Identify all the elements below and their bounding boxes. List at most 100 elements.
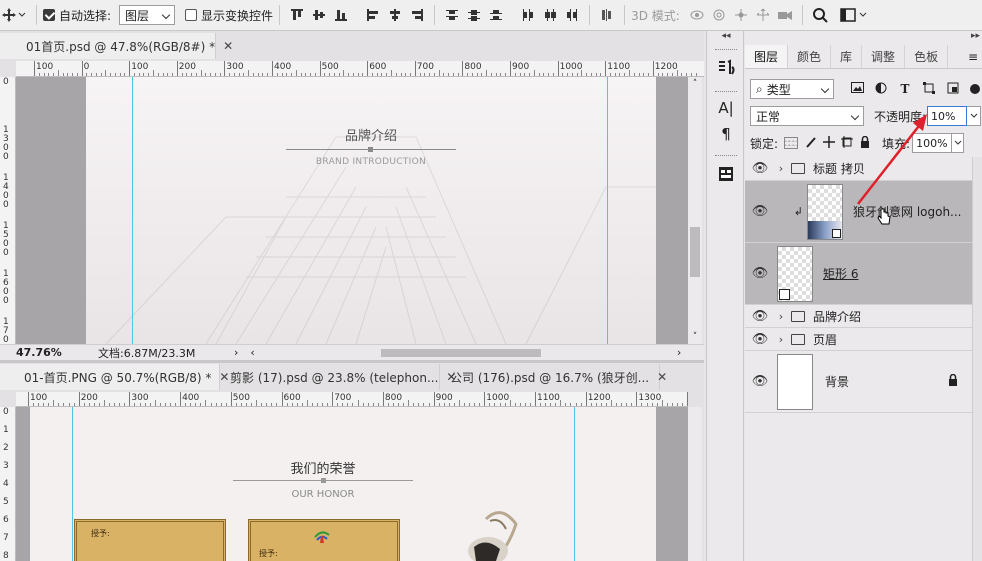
scroll-thumb[interactable]: [380, 348, 541, 357]
align-vcenter-icon[interactable]: [308, 4, 330, 26]
chevron-down-icon[interactable]: [952, 133, 965, 153]
ruler-minor-tick: [210, 403, 212, 406]
visibility-eye-icon[interactable]: 👁: [745, 204, 775, 219]
move-tool-preset[interactable]: [0, 8, 30, 22]
layer-row[interactable]: 👁 ↲ 狼牙创意网 logoh...: [745, 181, 972, 243]
distribute-bottom-icon[interactable]: [485, 4, 507, 26]
chevron-right-icon[interactable]: ›: [775, 310, 787, 323]
panel-menu-icon[interactable]: ≡: [968, 45, 982, 68]
chevron-right-icon[interactable]: ›: [234, 346, 238, 359]
distribute-left-icon[interactable]: [517, 4, 539, 26]
lock-move-icon[interactable]: [822, 135, 836, 151]
properties-icon[interactable]: [715, 163, 737, 185]
collapse-arrows-icon[interactable]: ◂◂: [707, 31, 745, 43]
ruler-minor-tick: [104, 400, 106, 406]
tab-document-company[interactable]: 公司 (176).psd @ 16.7% (狼牙创... ✕: [440, 364, 667, 390]
chevron-right-icon[interactable]: ›: [775, 162, 787, 175]
guide-line[interactable]: [132, 77, 133, 344]
zoom-level[interactable]: 47.76%: [0, 346, 62, 359]
distribute-right-icon[interactable]: [561, 4, 583, 26]
layer-row[interactable]: 👁 矩形 6: [745, 243, 972, 305]
chevron-down-icon[interactable]: [859, 11, 867, 19]
align-top-icon[interactable]: [286, 4, 308, 26]
tab-libraries[interactable]: 库: [831, 45, 863, 68]
scroll-down-icon[interactable]: ˅: [688, 332, 702, 342]
filter-pixel-icon[interactable]: [848, 82, 866, 96]
layer-row[interactable]: 👁 › 页眉: [745, 328, 972, 351]
checkbox-unchecked[interactable]: [185, 9, 198, 21]
3d-slide-icon[interactable]: [752, 4, 774, 26]
guide-line[interactable]: [574, 407, 575, 561]
horizontal-scrollbar[interactable]: [261, 348, 671, 358]
canvas-area[interactable]: 我们的荣誉 OUR HONOR 授予: 授予:: [16, 407, 688, 561]
visibility-eye-icon[interactable]: 👁: [745, 309, 775, 324]
opacity-input[interactable]: 10%: [927, 106, 968, 126]
visibility-eye-icon[interactable]: 👁: [745, 374, 775, 389]
filter-adjustment-icon[interactable]: [872, 82, 890, 97]
align-right-icon[interactable]: [406, 4, 428, 26]
tab-document-01[interactable]: 01首页.psd @ 47.8%(RGB/8#) * ✕: [0, 33, 233, 59]
visibility-eye-icon[interactable]: 👁: [745, 161, 775, 176]
close-icon[interactable]: ✕: [223, 39, 233, 53]
tab-document-png[interactable]: 01-首页.PNG @ 50.7%(RGB/8) * ✕: [0, 364, 229, 390]
tab-color[interactable]: 颜色: [788, 45, 832, 68]
tab-swatches[interactable]: 色板: [905, 45, 949, 68]
layers-scrollbar[interactable]: [972, 157, 982, 561]
canvas-area[interactable]: 品牌介绍 BRAND INTRODUCTION: [16, 77, 688, 344]
distribute-vcenter-icon[interactable]: [463, 4, 485, 26]
filter-smart-object-icon[interactable]: [944, 82, 962, 97]
auto-select-target-dropdown[interactable]: 图层: [119, 5, 176, 25]
3d-camera-icon[interactable]: [774, 4, 796, 26]
scroll-thumb[interactable]: [690, 227, 700, 277]
align-left-icon[interactable]: [362, 4, 384, 26]
guide-line[interactable]: [72, 407, 73, 561]
tab-layers[interactable]: 图层: [745, 45, 789, 68]
lock-transparent-icon[interactable]: [784, 137, 799, 149]
ruler-minor-tick: [105, 70, 107, 76]
visibility-eye-icon[interactable]: 👁: [745, 266, 775, 281]
distribute-top-icon[interactable]: [441, 4, 463, 26]
3d-roll-icon[interactable]: [708, 4, 730, 26]
filter-toggle-icon[interactable]: [970, 84, 980, 94]
filter-type-icon[interactable]: T: [896, 82, 914, 96]
character-icon[interactable]: A|: [715, 97, 737, 119]
vertical-scrollbar[interactable]: [688, 407, 702, 561]
guide-line[interactable]: [607, 77, 608, 344]
distribute-hcenter-icon[interactable]: [539, 4, 561, 26]
auto-select-checkbox[interactable]: 自动选择:: [43, 7, 111, 24]
fill-input[interactable]: 100%: [912, 133, 953, 153]
layer-row[interactable]: 👁 › 标题 拷贝: [745, 157, 972, 181]
scroll-right-icon[interactable]: ›: [677, 346, 681, 359]
lock-all-icon[interactable]: [858, 135, 872, 151]
chevron-down-icon[interactable]: [967, 106, 982, 126]
vertical-scrollbar[interactable]: ˄ ˅: [688, 77, 702, 344]
workspace-icon[interactable]: [837, 4, 859, 26]
layer-row[interactable]: 👁 › 品牌介绍: [745, 305, 972, 328]
layer-row[interactable]: 👁 背景: [745, 351, 972, 413]
filter-kind-dropdown[interactable]: ⌕ 类型: [750, 79, 834, 99]
lock-artboard-icon[interactable]: [840, 135, 854, 151]
history-icon[interactable]: [715, 57, 737, 79]
collapse-arrows-icon[interactable]: ▸▸: [971, 31, 980, 41]
scroll-left-icon[interactable]: ‹: [250, 346, 254, 359]
3d-pan-icon[interactable]: [730, 4, 752, 26]
scroll-up-icon[interactable]: ˄: [688, 79, 702, 89]
show-transform-checkbox[interactable]: 显示变换控件: [185, 7, 273, 24]
align-bottom-icon[interactable]: [330, 4, 352, 26]
blend-mode-dropdown[interactable]: 正常: [750, 106, 864, 126]
tab-document-silhouette[interactable]: 剪影 (17).psd @ 23.8% (telephon... ✕: [220, 364, 456, 390]
paragraph-icon[interactable]: ¶: [715, 123, 737, 145]
search-icon[interactable]: [809, 4, 831, 26]
close-icon[interactable]: ✕: [657, 370, 667, 384]
tab-adjustments[interactable]: 调整: [862, 45, 906, 68]
lock-paint-icon[interactable]: [804, 136, 818, 151]
filter-shape-icon[interactable]: [920, 81, 938, 97]
align-hcenter-icon[interactable]: [384, 4, 406, 26]
ruler-minor-tick: [305, 73, 307, 76]
auto-align-icon[interactable]: [596, 4, 618, 26]
visibility-eye-icon[interactable]: 👁: [745, 332, 775, 347]
checkbox-checked[interactable]: [43, 9, 55, 21]
separator: [434, 5, 436, 25]
chevron-right-icon[interactable]: ›: [775, 333, 787, 346]
3d-orbit-icon[interactable]: [686, 4, 708, 26]
